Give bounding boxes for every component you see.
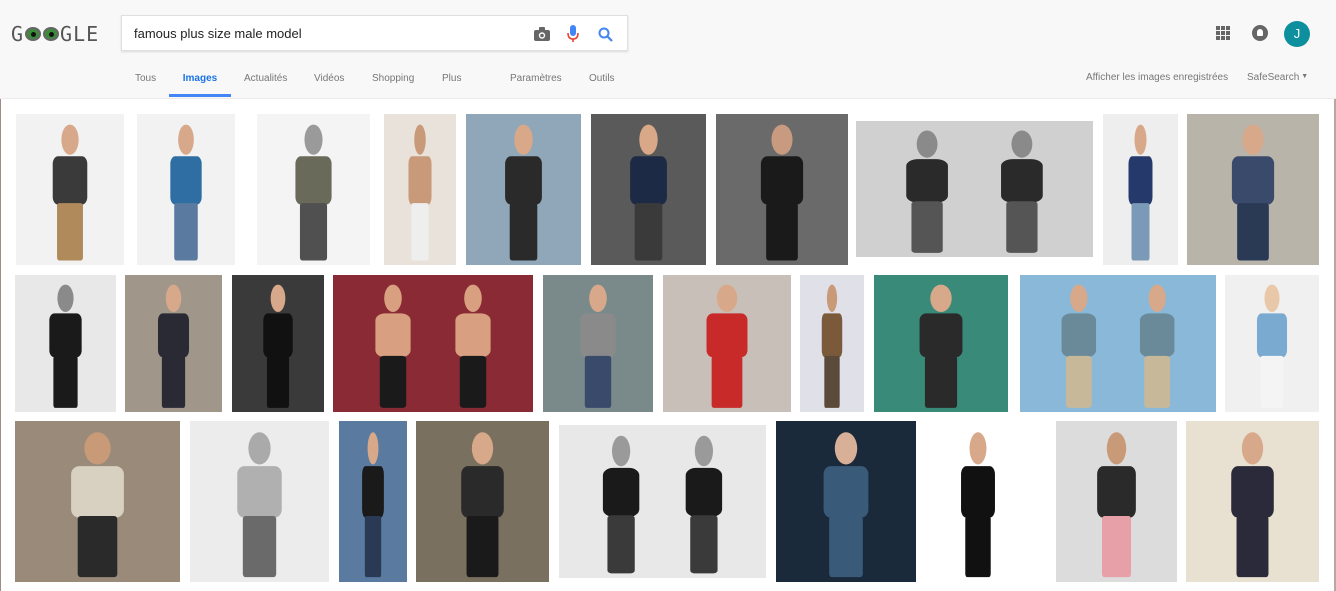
result-photo (466, 114, 581, 265)
image-result-thumbnail[interactable] (856, 121, 1093, 257)
result-photo (663, 275, 791, 412)
logo-eye-icon (43, 27, 60, 41)
search-input[interactable] (134, 24, 514, 42)
result-photo (776, 421, 916, 582)
result-photo (856, 121, 1093, 257)
image-result-thumbnail[interactable] (663, 275, 791, 412)
result-photo (543, 275, 653, 412)
result-photo (800, 275, 864, 412)
result-photo (1020, 275, 1216, 412)
image-result-thumbnail[interactable] (1187, 114, 1319, 265)
image-result-thumbnail[interactable] (559, 425, 766, 578)
result-photo (15, 275, 116, 412)
search-header: G GLE J Tous Images Actualités Vidéos Sh… (0, 0, 1336, 99)
image-result-thumbnail[interactable] (1186, 421, 1319, 582)
image-result-thumbnail[interactable] (384, 114, 456, 265)
image-result-thumbnail[interactable] (15, 275, 116, 412)
google-logo[interactable]: G GLE (11, 22, 99, 46)
image-result-thumbnail[interactable] (800, 275, 864, 412)
result-photo (339, 421, 407, 582)
result-photo (1186, 421, 1319, 582)
result-photo (416, 421, 549, 582)
saved-images-link[interactable]: Afficher les images enregistrées (1086, 72, 1228, 83)
result-photo (716, 114, 848, 265)
tab-news[interactable]: Actualités (244, 70, 287, 96)
image-result-thumbnail[interactable] (16, 114, 124, 265)
result-photo (125, 275, 222, 412)
tab-tools[interactable]: Outils (589, 70, 615, 96)
image-result-thumbnail[interactable] (257, 114, 370, 265)
image-result-thumbnail[interactable] (776, 421, 916, 582)
result-photo (15, 421, 180, 582)
tab-more[interactable]: Plus (442, 70, 461, 96)
image-result-thumbnail[interactable] (1020, 275, 1216, 412)
image-result-thumbnail[interactable] (333, 275, 533, 412)
image-result-thumbnail[interactable] (1225, 275, 1319, 412)
image-result-thumbnail[interactable] (125, 275, 222, 412)
tab-settings[interactable]: Paramètres (510, 70, 562, 96)
apps-grid-icon[interactable] (1216, 26, 1230, 40)
result-photo (232, 275, 324, 412)
image-result-thumbnail[interactable] (591, 114, 706, 265)
safesearch-label: SafeSearch (1247, 72, 1300, 83)
search-box (121, 15, 628, 51)
image-result-thumbnail[interactable] (716, 114, 848, 265)
image-result-thumbnail[interactable] (190, 421, 329, 582)
result-photo (257, 114, 370, 265)
result-photo (333, 275, 533, 412)
image-result-thumbnail[interactable] (466, 114, 581, 265)
image-result-thumbnail[interactable] (874, 275, 1008, 412)
result-photo (1187, 114, 1319, 265)
tab-images[interactable]: Images (169, 70, 231, 97)
image-result-thumbnail[interactable] (15, 421, 180, 582)
result-photo (591, 114, 706, 265)
tab-shopping[interactable]: Shopping (372, 70, 414, 96)
tab-videos[interactable]: Vidéos (314, 70, 344, 96)
result-photo (925, 421, 1031, 582)
microphone-icon[interactable] (563, 24, 583, 44)
chevron-down-icon: ▼ (1301, 73, 1309, 80)
image-result-thumbnail[interactable] (1103, 114, 1178, 265)
result-photo (384, 114, 456, 265)
image-result-thumbnail[interactable] (137, 114, 235, 265)
result-photo (137, 114, 235, 265)
result-photo (190, 421, 329, 582)
logo-letter-g: G (11, 22, 25, 46)
result-photo (1225, 275, 1319, 412)
account-avatar[interactable]: J (1284, 21, 1310, 47)
safesearch-dropdown[interactable]: SafeSearch ▼ (1247, 72, 1308, 83)
image-result-thumbnail[interactable] (925, 421, 1031, 582)
result-photo (874, 275, 1008, 412)
result-photo (559, 425, 766, 578)
notifications-bell-icon[interactable] (1252, 25, 1268, 41)
logo-letters-gle: GLE (60, 22, 100, 46)
image-result-thumbnail[interactable] (339, 421, 407, 582)
image-result-thumbnail[interactable] (1056, 421, 1177, 582)
search-icon[interactable] (595, 24, 615, 44)
result-photo (1056, 421, 1177, 582)
tab-all[interactable]: Tous (135, 70, 156, 96)
image-result-thumbnail[interactable] (232, 275, 324, 412)
result-photo (1103, 114, 1178, 265)
image-result-thumbnail[interactable] (416, 421, 549, 582)
camera-icon[interactable] (532, 24, 552, 44)
result-photo (16, 114, 124, 265)
logo-eye-icon (25, 27, 42, 41)
image-result-thumbnail[interactable] (543, 275, 653, 412)
